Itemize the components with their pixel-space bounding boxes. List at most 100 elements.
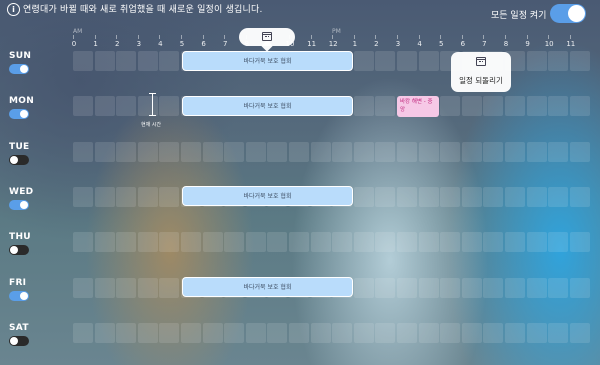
schedule-cell[interactable] xyxy=(397,278,417,298)
schedule-cell[interactable] xyxy=(267,142,287,162)
schedule-cell[interactable] xyxy=(289,142,309,162)
undo-schedule-button[interactable]: 일정 되돌리기 xyxy=(451,52,511,92)
schedule-cell[interactable] xyxy=(289,323,309,343)
schedule-cell[interactable] xyxy=(548,142,568,162)
schedule-cell[interactable] xyxy=(375,278,395,298)
schedule-cell[interactable] xyxy=(419,51,439,71)
schedule-cell[interactable] xyxy=(440,323,460,343)
schedule-cell[interactable] xyxy=(224,323,244,343)
schedule-cell[interactable] xyxy=(73,51,93,71)
schedule-cell[interactable] xyxy=(483,142,503,162)
day-toggle-fri[interactable] xyxy=(9,291,29,301)
schedule-cell[interactable] xyxy=(116,96,136,116)
schedule-cell[interactable] xyxy=(354,187,374,207)
schedule-cell[interactable] xyxy=(116,187,136,207)
schedule-cell[interactable] xyxy=(419,232,439,252)
schedule-cell[interactable] xyxy=(159,187,179,207)
schedule-cell[interactable] xyxy=(159,142,179,162)
schedule-cell[interactable] xyxy=(354,51,374,71)
schedule-cell[interactable] xyxy=(181,232,201,252)
schedule-cell[interactable] xyxy=(332,142,352,162)
schedule-cell[interactable] xyxy=(116,232,136,252)
schedule-cell[interactable] xyxy=(483,96,503,116)
schedule-cell[interactable] xyxy=(289,232,309,252)
schedule-cell[interactable] xyxy=(483,232,503,252)
schedule-cell[interactable] xyxy=(397,142,417,162)
event-wed[interactable]: 바다거북 보호 협회 xyxy=(182,186,353,206)
schedule-cell[interactable] xyxy=(527,232,547,252)
schedule-cell[interactable] xyxy=(95,323,115,343)
schedule-cell[interactable] xyxy=(419,142,439,162)
schedule-cell[interactable] xyxy=(138,187,158,207)
schedule-cell[interactable] xyxy=(159,51,179,71)
schedule-cell[interactable] xyxy=(548,96,568,116)
schedule-cell[interactable] xyxy=(354,142,374,162)
schedule-cell[interactable] xyxy=(375,142,395,162)
schedule-cell[interactable] xyxy=(570,323,590,343)
schedule-cell[interactable] xyxy=(311,323,331,343)
schedule-cell[interactable] xyxy=(570,51,590,71)
schedule-cell[interactable] xyxy=(570,187,590,207)
schedule-cell[interactable] xyxy=(527,323,547,343)
schedule-cell[interactable] xyxy=(224,142,244,162)
schedule-cell[interactable] xyxy=(548,51,568,71)
schedule-cell[interactable] xyxy=(267,323,287,343)
schedule-cell[interactable] xyxy=(95,278,115,298)
schedule-cell[interactable] xyxy=(462,187,482,207)
schedule-cell[interactable] xyxy=(95,232,115,252)
schedule-cell[interactable] xyxy=(116,278,136,298)
schedule-cell[interactable] xyxy=(138,278,158,298)
schedule-cell[interactable] xyxy=(311,232,331,252)
schedule-cell[interactable] xyxy=(483,323,503,343)
schedule-cell[interactable] xyxy=(548,187,568,207)
schedule-cell[interactable] xyxy=(224,232,244,252)
all-schedule-toggle[interactable] xyxy=(550,4,586,23)
schedule-cell[interactable] xyxy=(419,187,439,207)
schedule-cell[interactable] xyxy=(527,142,547,162)
schedule-cell[interactable] xyxy=(138,323,158,343)
schedule-cell[interactable] xyxy=(462,232,482,252)
day-toggle-thu[interactable] xyxy=(9,245,29,255)
schedule-cell[interactable] xyxy=(95,51,115,71)
schedule-cell[interactable] xyxy=(159,278,179,298)
schedule-cell[interactable] xyxy=(375,232,395,252)
schedule-cell[interactable] xyxy=(116,51,136,71)
schedule-cell[interactable] xyxy=(505,142,525,162)
schedule-cell[interactable] xyxy=(483,187,503,207)
schedule-cell[interactable] xyxy=(397,232,417,252)
schedule-cell[interactable] xyxy=(73,187,93,207)
schedule-cell[interactable] xyxy=(138,232,158,252)
schedule-cell[interactable] xyxy=(505,232,525,252)
schedule-cell[interactable] xyxy=(116,142,136,162)
schedule-cell[interactable] xyxy=(548,323,568,343)
day-toggle-sun[interactable] xyxy=(9,64,29,74)
schedule-cell[interactable] xyxy=(95,96,115,116)
schedule-cell[interactable] xyxy=(505,278,525,298)
schedule-cell[interactable] xyxy=(570,142,590,162)
schedule-cell[interactable] xyxy=(354,323,374,343)
schedule-cell[interactable] xyxy=(462,278,482,298)
schedule-cell[interactable] xyxy=(548,278,568,298)
schedule-cell[interactable] xyxy=(375,323,395,343)
schedule-cell[interactable] xyxy=(116,323,136,343)
schedule-cell[interactable] xyxy=(159,96,179,116)
schedule-cell[interactable] xyxy=(375,96,395,116)
schedule-cell[interactable] xyxy=(505,187,525,207)
schedule-cell[interactable] xyxy=(73,142,93,162)
event-mon-pink[interactable]: 바캉 해변 - 중앙 xyxy=(397,96,439,117)
schedule-cell[interactable] xyxy=(95,187,115,207)
schedule-cell[interactable] xyxy=(181,323,201,343)
schedule-cell[interactable] xyxy=(440,96,460,116)
schedule-cell[interactable] xyxy=(267,232,287,252)
schedule-cell[interactable] xyxy=(73,278,93,298)
schedule-cell[interactable] xyxy=(397,51,417,71)
schedule-cell[interactable] xyxy=(440,232,460,252)
schedule-cell[interactable] xyxy=(527,187,547,207)
schedule-cell[interactable] xyxy=(73,96,93,116)
schedule-cell[interactable] xyxy=(203,142,223,162)
schedule-cell[interactable] xyxy=(397,323,417,343)
schedule-cell[interactable] xyxy=(311,142,331,162)
schedule-cell[interactable] xyxy=(203,323,223,343)
schedule-cell[interactable] xyxy=(246,323,266,343)
schedule-cell[interactable] xyxy=(95,142,115,162)
